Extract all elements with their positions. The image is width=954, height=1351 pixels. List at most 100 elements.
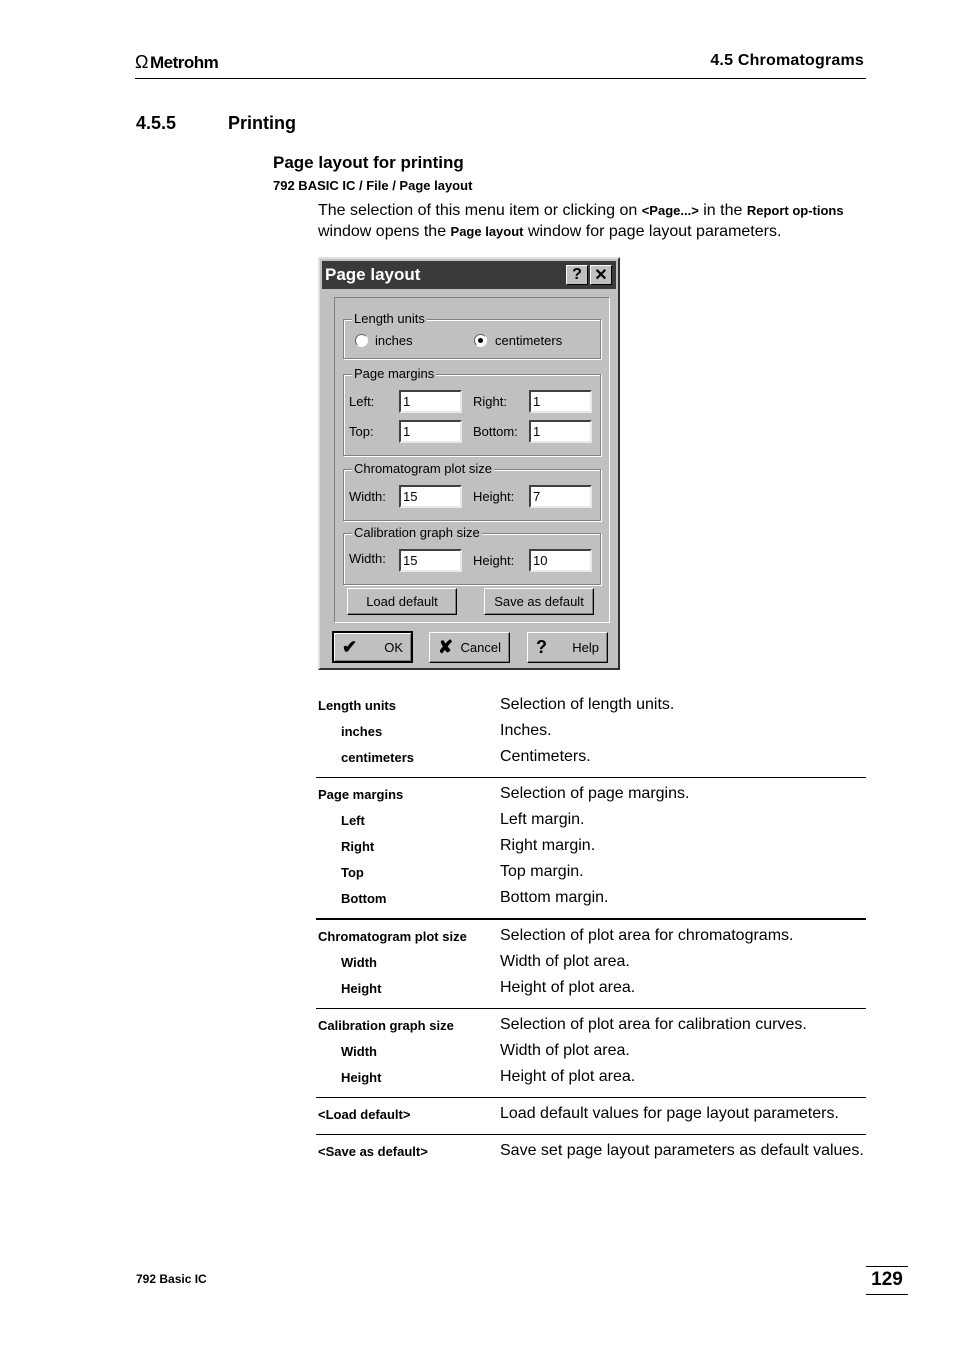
description-row: Width Width of plot area. bbox=[316, 950, 866, 976]
question-icon: ? bbox=[536, 637, 547, 657]
page-button-ref: <Page...> bbox=[641, 203, 699, 218]
intro-text: window opens the bbox=[318, 223, 451, 240]
section-title: Printing bbox=[228, 113, 296, 133]
load-default-button[interactable]: Load default bbox=[347, 588, 457, 615]
description-row: inches Inches. bbox=[316, 719, 866, 745]
description-block-calibration-graph-size: Calibration graph size Selection of plot … bbox=[316, 1009, 866, 1098]
length-units-group: Length units inches centimeters bbox=[343, 311, 601, 359]
definition: Height of plot area. bbox=[500, 1068, 636, 1085]
calibration-width-input[interactable]: 15 bbox=[399, 549, 462, 572]
term: centimeters bbox=[341, 750, 414, 765]
term: Left bbox=[341, 813, 365, 828]
description-row: <Save as default> Save set page layout pa… bbox=[316, 1139, 866, 1165]
description-block-load-default: <Load default> Load default values for pa… bbox=[316, 1098, 866, 1135]
page-layout-dialog: Page layout ? ✕ Length units inches cent… bbox=[318, 257, 620, 670]
definition: Top margin. bbox=[500, 863, 584, 880]
ok-button[interactable]: ✔ OK bbox=[332, 631, 413, 663]
help-button[interactable]: ? Help bbox=[527, 632, 608, 663]
description-row: Height Height of plot area. bbox=[316, 1065, 866, 1091]
chromatogram-width-input[interactable]: 15 bbox=[399, 485, 462, 508]
description-block-length-units: Length units Selection of length units. i… bbox=[316, 689, 866, 778]
intro-text: window for page layout parameters. bbox=[523, 223, 782, 240]
definition: Left margin. bbox=[500, 811, 585, 828]
definition: Selection of plot area for chromatograms… bbox=[500, 927, 794, 944]
right-margin-input[interactable]: 1 bbox=[529, 390, 592, 413]
x-icon: ✘ bbox=[438, 637, 454, 657]
top-margin-input[interactable]: 1 bbox=[399, 420, 462, 443]
dialog-titlebar: Page layout ? ✕ bbox=[322, 261, 616, 289]
definition: Save set page layout parameters as defau… bbox=[500, 1142, 864, 1159]
intro-text: The selection of this menu item or click… bbox=[318, 202, 642, 219]
report-options-ref: Report op-tions bbox=[746, 203, 844, 218]
left-label: Left: bbox=[349, 394, 375, 409]
definition: Selection of length units. bbox=[500, 696, 675, 713]
description-block-page-margins: Page margins Selection of page margins. L… bbox=[316, 778, 866, 920]
term: <Save as default> bbox=[318, 1144, 428, 1159]
section-number: 4.5.5 bbox=[136, 113, 177, 133]
inches-radio[interactable] bbox=[355, 334, 368, 347]
definition: Height of plot area. bbox=[500, 979, 636, 996]
bottom-margin-input[interactable]: 1 bbox=[529, 420, 592, 443]
chromatogram-height-input[interactable]: 7 bbox=[529, 485, 592, 508]
group-legend: Length units bbox=[352, 311, 427, 326]
calibration-graph-size-group: Calibration graph size Width: 15 Height:… bbox=[343, 525, 601, 585]
help-title-button[interactable]: ? bbox=[566, 265, 588, 285]
description-row: Right Right margin. bbox=[316, 834, 866, 860]
term: Width bbox=[341, 1044, 377, 1059]
description-row: <Load default> Load default values for pa… bbox=[316, 1102, 866, 1128]
description-row: Left Left margin. bbox=[316, 808, 866, 834]
width-label: Width: bbox=[349, 551, 386, 566]
button-label: Cancel bbox=[460, 640, 501, 655]
height-label: Height: bbox=[473, 489, 515, 504]
button-label: Save as default bbox=[494, 594, 584, 609]
description-block-save-as-default: <Save as default> Save set page layout pa… bbox=[316, 1135, 866, 1171]
definition: Inches. bbox=[500, 722, 552, 739]
term: Length units bbox=[318, 698, 396, 713]
centimeters-label: centimeters bbox=[495, 333, 563, 348]
right-label: Right: bbox=[473, 394, 507, 409]
dialog-title: Page layout bbox=[325, 265, 421, 284]
close-button[interactable]: ✕ bbox=[590, 265, 612, 285]
definition: Right margin. bbox=[500, 837, 596, 854]
group-legend: Page margins bbox=[352, 366, 437, 381]
term: Chromatogram plot size bbox=[318, 929, 467, 944]
omega-icon: Ω bbox=[135, 52, 148, 72]
height-label: Height: bbox=[473, 553, 515, 568]
term: Right bbox=[341, 839, 375, 854]
group-legend: Chromatogram plot size bbox=[352, 461, 494, 476]
top-label: Top: bbox=[349, 424, 374, 439]
term: Width bbox=[341, 955, 377, 970]
centimeters-radio[interactable] bbox=[474, 334, 487, 347]
page-number: 129 bbox=[866, 1266, 908, 1295]
bottom-label: Bottom: bbox=[473, 424, 518, 439]
definition: Load default values for page layout para… bbox=[500, 1105, 839, 1122]
description-block-chromatogram-plot-size: Chromatogram plot size Selection of plot … bbox=[316, 920, 866, 1009]
description-row: centimeters Centimeters. bbox=[316, 745, 866, 771]
term: inches bbox=[341, 724, 383, 739]
intro-text: in the bbox=[698, 202, 747, 219]
term: Height bbox=[341, 1070, 382, 1085]
description-row: Bottom Bottom margin. bbox=[316, 886, 866, 912]
definition: Selection of plot area for calibration c… bbox=[500, 1016, 807, 1033]
group-legend: Calibration graph size bbox=[352, 525, 482, 540]
width-label: Width: bbox=[349, 489, 386, 504]
logo-text: Metrohm bbox=[149, 52, 219, 72]
page-margins-group: Page margins Left: 1 Right: 1 Top: 1 Bot… bbox=[343, 366, 601, 456]
left-margin-input[interactable]: 1 bbox=[399, 390, 462, 413]
menu-path: 792 BASIC IC / File / Page layout bbox=[273, 178, 473, 193]
description-row: Page margins Selection of page margins. bbox=[316, 782, 866, 808]
chromatogram-plot-size-group: Chromatogram plot size Width: 15 Height:… bbox=[343, 461, 601, 521]
subsection-title: Page layout for printing bbox=[273, 153, 464, 172]
running-header-title: 4.5 Chromatograms bbox=[710, 52, 864, 69]
save-as-default-button[interactable]: Save as default bbox=[484, 588, 594, 615]
term: Height bbox=[341, 981, 382, 996]
intro-paragraph: The selection of this menu item or click… bbox=[318, 200, 868, 242]
cancel-button[interactable]: ✘ Cancel bbox=[429, 632, 510, 663]
calibration-height-input[interactable]: 10 bbox=[529, 549, 592, 572]
question-icon: ? bbox=[572, 266, 582, 283]
definition: Bottom margin. bbox=[500, 889, 609, 906]
definition: Width of plot area. bbox=[500, 953, 630, 970]
definition: Width of plot area. bbox=[500, 1042, 630, 1059]
description-row: Width Width of plot area. bbox=[316, 1039, 866, 1065]
description-row: Top Top margin. bbox=[316, 860, 866, 886]
